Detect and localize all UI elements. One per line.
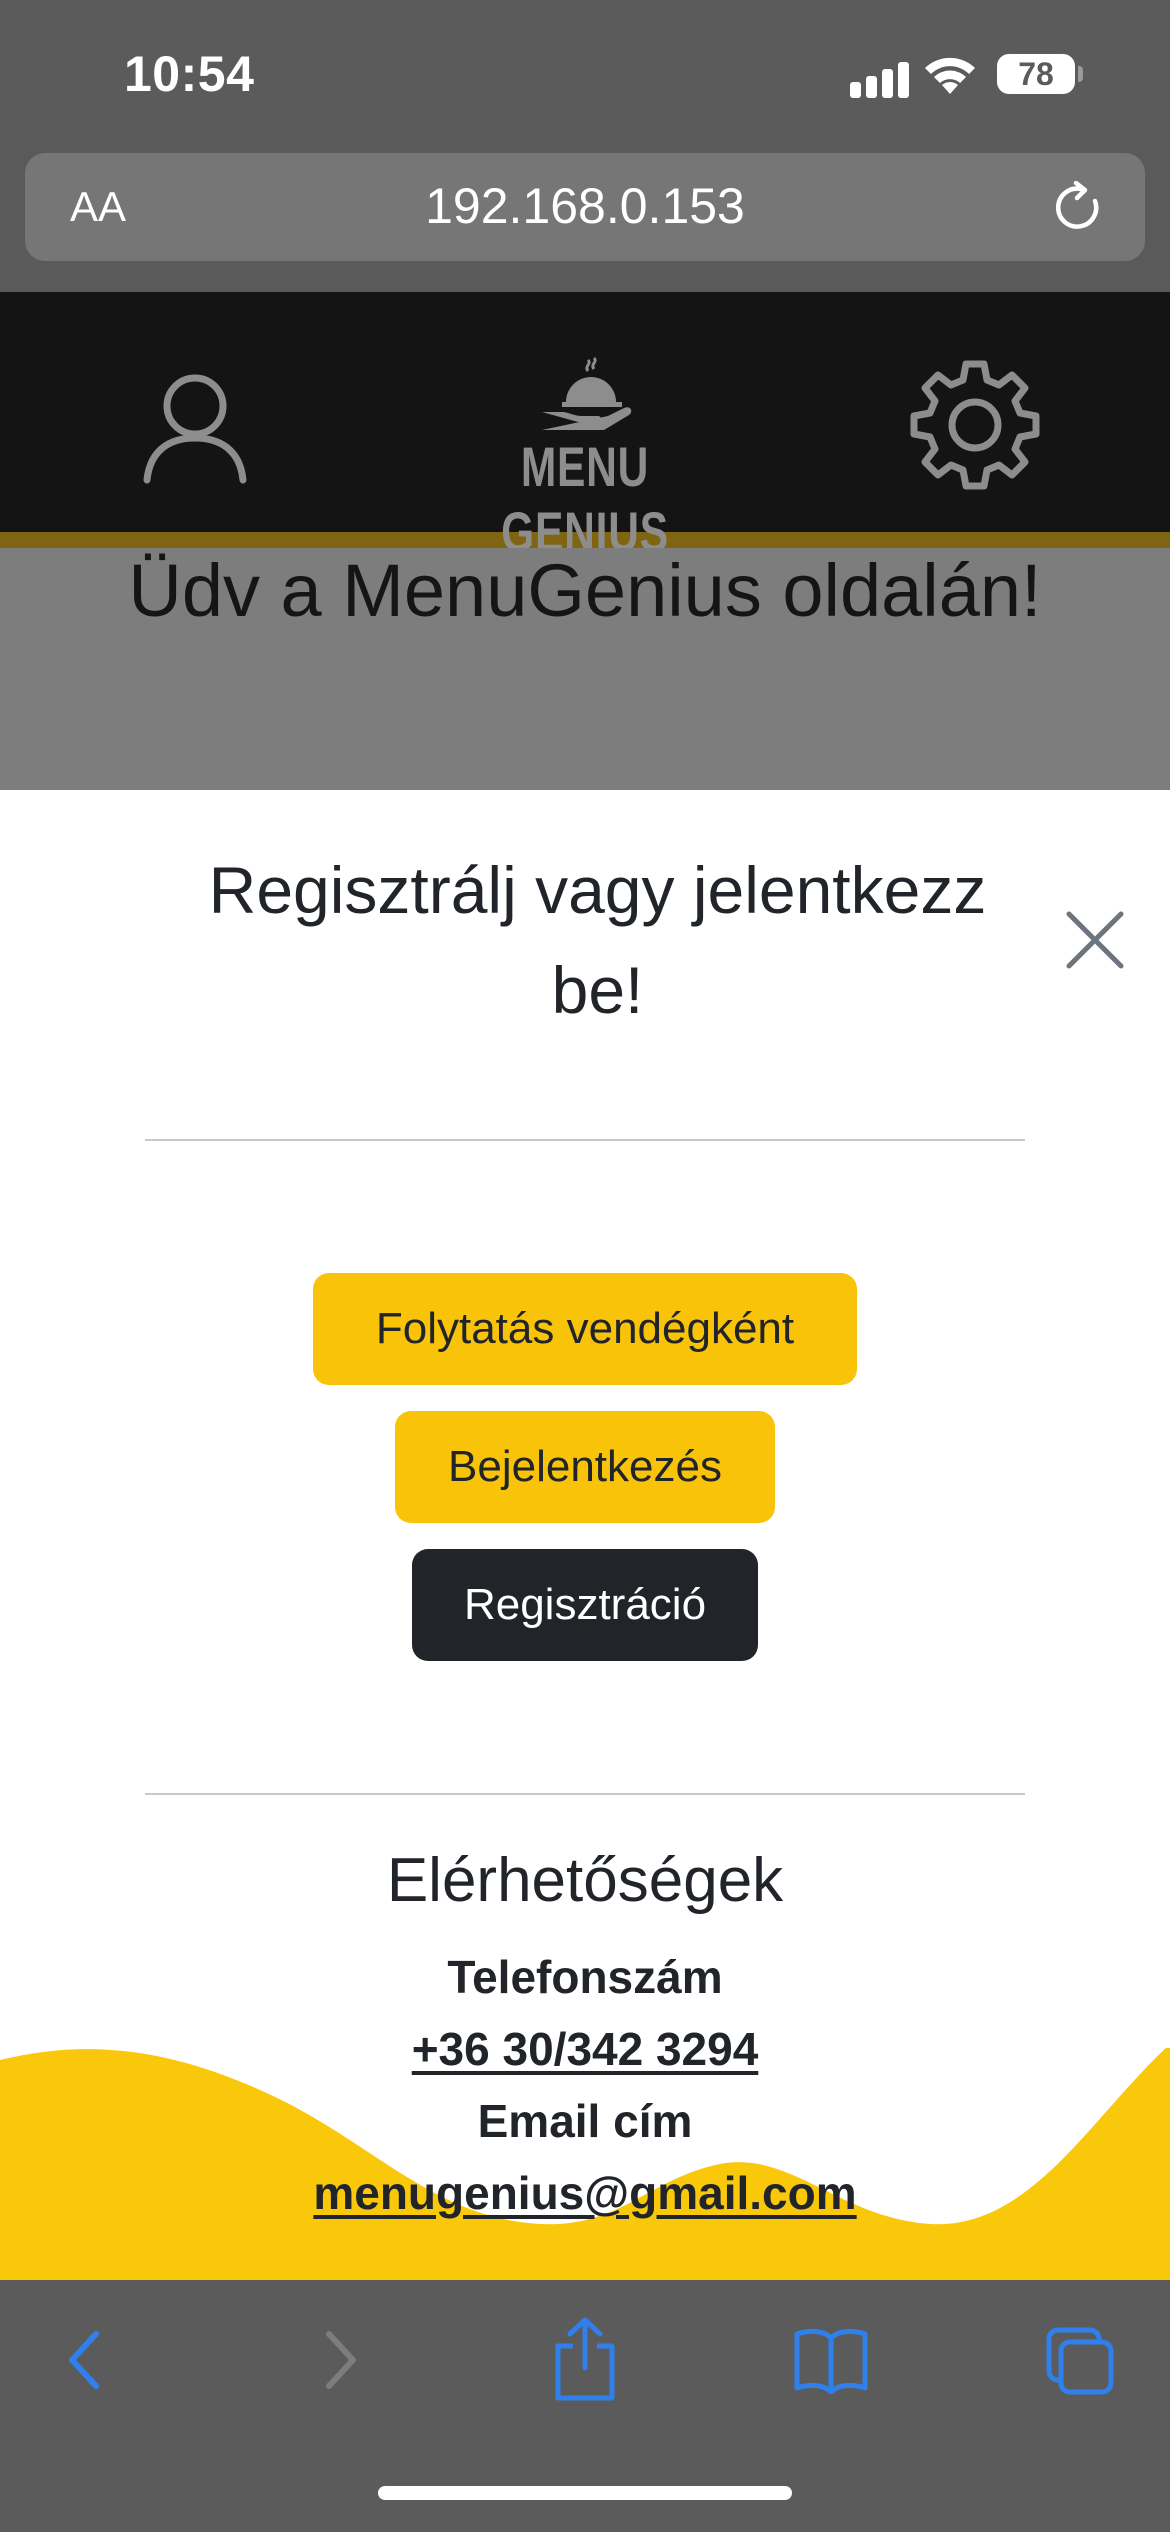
serving-hand-icon	[542, 356, 632, 430]
back-icon[interactable]	[62, 2324, 112, 2396]
contacts-heading: Elérhetőségek	[386, 1846, 784, 1915]
modal-title: Regisztrálj vagy jelentkezz be!	[208, 853, 987, 1027]
bookmarks-icon[interactable]	[793, 2326, 869, 2394]
status-time: 10:54	[124, 46, 255, 102]
modal-divider-bottom	[145, 1793, 1025, 1795]
register-button[interactable]: Regisztráció	[412, 1549, 758, 1661]
welcome-title: Üdv a MenuGenius oldalán!	[128, 549, 1042, 632]
reload-icon[interactable]	[1051, 181, 1105, 235]
tabs-icon[interactable]	[1045, 2326, 1115, 2396]
auth-modal: Regisztrálj vagy jelentkezz be! Folytatá…	[0, 790, 1170, 2280]
email-link[interactable]: menugenius@gmail.com	[0, 2166, 1170, 2220]
phone-label: Telefonszám	[447, 1951, 723, 2003]
settings-gear-icon[interactable]	[908, 358, 1042, 492]
close-icon[interactable]	[1055, 900, 1135, 980]
email-label: Email cím	[477, 2095, 693, 2147]
phone-link[interactable]: +36 30/342 3294	[0, 2022, 1170, 2076]
login-button[interactable]: Bejelentkezés	[395, 1411, 775, 1523]
modal-divider-top	[145, 1139, 1025, 1141]
user-profile-icon[interactable]	[142, 372, 248, 484]
yellow-wave-decoration	[0, 2048, 1170, 2280]
battery-indicator: 78	[997, 54, 1083, 94]
forward-icon[interactable]	[313, 2324, 363, 2396]
url-text[interactable]: 192.168.0.153	[25, 177, 1145, 235]
continue-as-guest-button[interactable]: Folytatás vendégként	[313, 1273, 857, 1385]
status-bar: 10:54 78	[0, 0, 1170, 145]
share-icon[interactable]	[550, 2316, 620, 2402]
address-bar[interactable]: AA 192.168.0.153	[25, 153, 1145, 261]
signal-icon	[850, 58, 910, 98]
home-indicator[interactable]	[378, 2486, 792, 2500]
wifi-icon	[925, 57, 975, 94]
menu-genius-logo[interactable]: MENU GENIUS	[420, 356, 750, 563]
logo-text: MENU GENIUS	[501, 435, 669, 563]
